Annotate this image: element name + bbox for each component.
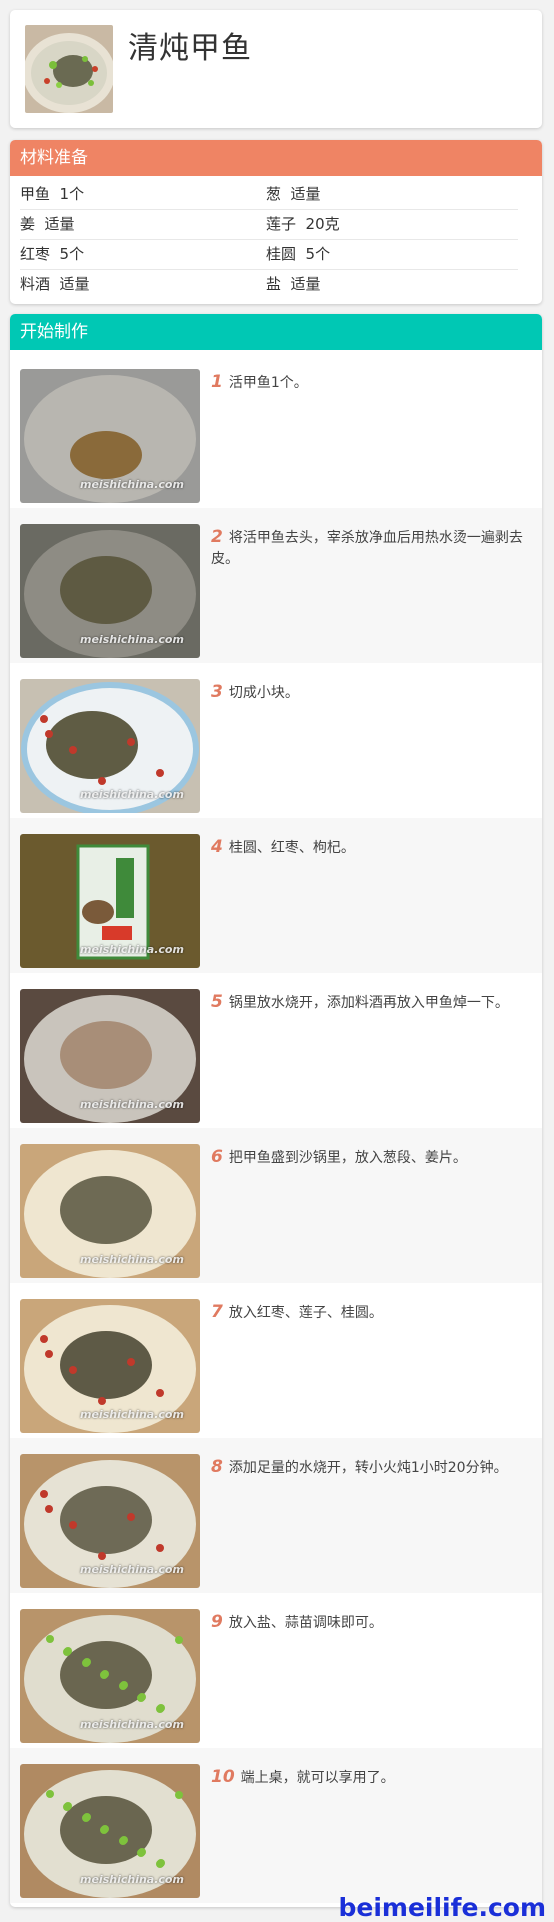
step-photo[interactable]: meishichina.com <box>20 1609 200 1743</box>
step-photo[interactable]: meishichina.com <box>20 679 200 813</box>
step-item: meishichina.com 4 桂圆、红枣、枸杞。 <box>10 818 542 973</box>
ingredient-row: 料酒 适量 盐 适量 <box>20 270 518 299</box>
ingredient-item: 葱 适量 <box>266 185 321 203</box>
ingredient-item: 甲鱼 1个 <box>20 185 85 203</box>
ingredient-item: 桂圆 5个 <box>266 245 331 263</box>
step-item: meishichina.com 3 切成小块。 <box>10 663 542 818</box>
step-description: 4 桂圆、红枣、枸杞。 <box>211 837 528 859</box>
step-photo[interactable]: meishichina.com <box>20 524 200 658</box>
step-photo[interactable]: meishichina.com <box>20 1144 200 1278</box>
step-text: 切成小块。 <box>228 685 299 701</box>
recipe-thumbnail[interactable] <box>25 25 113 113</box>
recipe-title: 清炖甲鱼 <box>128 31 252 66</box>
step-number: 6 <box>211 1147 223 1167</box>
step-item: meishichina.com 9 放入盐、蒜苗调味即可。 <box>10 1593 542 1748</box>
step-text: 添加足量的水烧开，转小火炖1小时20分钟。 <box>228 1460 508 1476</box>
step-item: meishichina.com 8 添加足量的水烧开，转小火炖1小时20分钟。 <box>10 1438 542 1593</box>
step-number: 3 <box>211 682 223 702</box>
step-text: 放入红枣、莲子、桂圆。 <box>228 1305 383 1321</box>
step-text: 将活甲鱼去头，宰杀放净血后用热水烫一遍剥去皮。 <box>211 530 523 567</box>
ingredient-item: 盐 适量 <box>266 275 321 293</box>
photo-watermark: meishichina.com <box>80 478 184 491</box>
photo-watermark: meishichina.com <box>80 633 184 646</box>
step-description: 6 把甲鱼盛到沙锅里，放入葱段、姜片。 <box>211 1147 528 1169</box>
step-photo[interactable]: meishichina.com <box>20 1764 200 1898</box>
ingredient-row: 红枣 5个 桂圆 5个 <box>20 240 518 270</box>
ingredient-item: 姜 适量 <box>20 215 75 233</box>
step-description: 5 锅里放水烧开，添加料酒再放入甲鱼焯一下。 <box>211 992 528 1014</box>
recipe-header-card: 清炖甲鱼 <box>10 10 542 128</box>
step-number: 4 <box>211 837 223 857</box>
photo-watermark: meishichina.com <box>80 788 184 801</box>
step-photo[interactable]: meishichina.com <box>20 834 200 968</box>
step-photo[interactable]: meishichina.com <box>20 989 200 1123</box>
step-item: meishichina.com 2 将活甲鱼去头，宰杀放净血后用热水烫一遍剥去皮。 <box>10 508 542 663</box>
photo-watermark: meishichina.com <box>80 1098 184 1111</box>
step-description: 9 放入盐、蒜苗调味即可。 <box>211 1612 528 1634</box>
photo-watermark: meishichina.com <box>80 1718 184 1731</box>
step-description: 1 活甲鱼1个。 <box>211 372 528 394</box>
ingredient-item: 红枣 5个 <box>20 245 85 263</box>
ingredients-card: 材料准备 甲鱼 1个 葱 适量 姜 适量 莲子 20克 红枣 5个 桂圆 5个 … <box>10 140 542 304</box>
step-text: 放入盐、蒜苗调味即可。 <box>228 1615 383 1631</box>
step-text: 桂圆、红枣、枸杞。 <box>228 840 355 856</box>
step-item: meishichina.com 6 把甲鱼盛到沙锅里，放入葱段、姜片。 <box>10 1128 542 1283</box>
step-number: 1 <box>211 372 223 392</box>
steps-list: meishichina.com 1 活甲鱼1个。 meishichina.com 2 将… <box>10 350 542 1903</box>
step-item: meishichina.com 10 端上桌，就可以享用了。 <box>10 1748 542 1903</box>
step-photo[interactable]: meishichina.com <box>20 1299 200 1433</box>
ingredients-heading: 材料准备 <box>10 140 542 176</box>
step-number: 5 <box>211 992 223 1012</box>
photo-watermark: meishichina.com <box>80 1873 184 1886</box>
step-photo[interactable]: meishichina.com <box>20 1454 200 1588</box>
step-number: 7 <box>211 1302 223 1322</box>
step-number: 9 <box>211 1612 223 1632</box>
steps-card: 开始制作 meishichina.com 1 活甲鱼1个。 meishichina.… <box>10 314 542 1907</box>
step-description: 2 将活甲鱼去头，宰杀放净血后用热水烫一遍剥去皮。 <box>211 527 528 570</box>
photo-watermark: meishichina.com <box>80 1408 184 1421</box>
step-number: 2 <box>211 527 223 547</box>
step-text: 活甲鱼1个。 <box>228 375 308 391</box>
photo-watermark: meishichina.com <box>80 1563 184 1576</box>
photo-watermark: meishichina.com <box>80 943 184 956</box>
ingredient-item: 莲子 20克 <box>266 215 340 233</box>
ingredients-grid: 甲鱼 1个 葱 适量 姜 适量 莲子 20克 红枣 5个 桂圆 5个 料酒 适量… <box>20 180 518 299</box>
step-text: 把甲鱼盛到沙锅里，放入葱段、姜片。 <box>228 1150 467 1166</box>
ingredient-item: 料酒 适量 <box>20 275 90 293</box>
site-watermark: beimeilife.com <box>338 1893 546 1922</box>
step-description: 10 端上桌，就可以享用了。 <box>211 1767 528 1789</box>
step-description: 8 添加足量的水烧开，转小火炖1小时20分钟。 <box>211 1457 528 1479</box>
step-text: 锅里放水烧开，添加料酒再放入甲鱼焯一下。 <box>228 995 509 1011</box>
ingredient-row: 甲鱼 1个 葱 适量 <box>20 180 518 210</box>
step-number: 8 <box>211 1457 223 1477</box>
step-number: 10 <box>211 1767 235 1787</box>
step-description: 3 切成小块。 <box>211 682 528 704</box>
step-description: 7 放入红枣、莲子、桂圆。 <box>211 1302 528 1324</box>
ingredient-row: 姜 适量 莲子 20克 <box>20 210 518 240</box>
steps-heading: 开始制作 <box>10 314 542 350</box>
step-item: meishichina.com 1 活甲鱼1个。 <box>10 353 542 508</box>
photo-watermark: meishichina.com <box>80 1253 184 1266</box>
step-item: meishichina.com 5 锅里放水烧开，添加料酒再放入甲鱼焯一下。 <box>10 973 542 1128</box>
step-item: meishichina.com 7 放入红枣、莲子、桂圆。 <box>10 1283 542 1438</box>
step-photo[interactable]: meishichina.com <box>20 369 200 503</box>
step-text: 端上桌，就可以享用了。 <box>240 1770 395 1786</box>
